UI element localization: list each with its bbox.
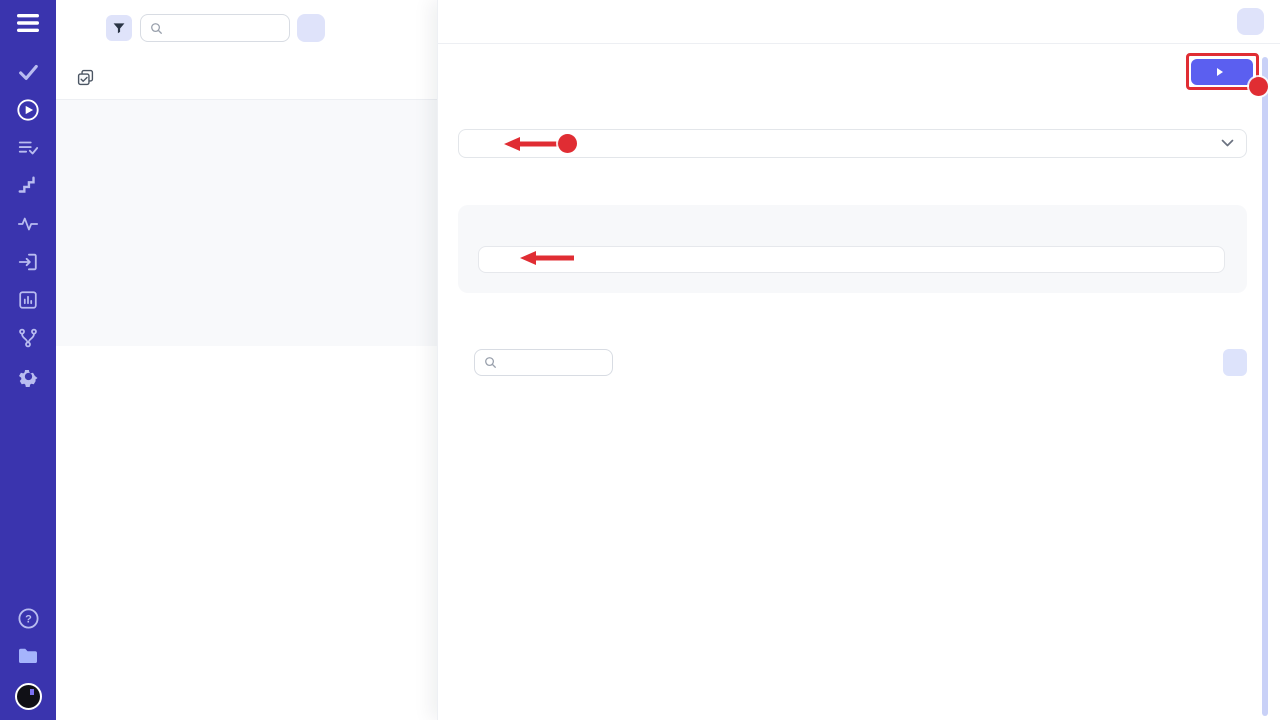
reports-bar-chart-icon[interactable] xyxy=(16,287,40,313)
test-plans-list-check-icon[interactable] xyxy=(16,135,40,161)
search-icon xyxy=(484,356,497,369)
test-plans-search-input[interactable] xyxy=(503,356,603,368)
ref-input[interactable] xyxy=(478,246,1225,273)
runs-search-input[interactable] xyxy=(169,22,280,34)
runs-panel-header xyxy=(56,0,437,56)
runs-panel xyxy=(56,0,437,720)
avatar-t[interactable] xyxy=(15,683,42,710)
chevron-down-icon xyxy=(1221,139,1234,148)
projects-folder-icon[interactable] xyxy=(16,643,40,669)
annotation-badge-9 xyxy=(558,134,577,153)
settings-gear-icon[interactable] xyxy=(16,363,40,389)
left-rail: ? xyxy=(0,0,56,720)
runs-chart-section xyxy=(56,100,437,346)
filter-button[interactable] xyxy=(106,15,132,41)
test-plans-search[interactable] xyxy=(474,349,613,376)
hamburger-menu-icon[interactable] xyxy=(16,13,40,33)
new-test-plan-button[interactable] xyxy=(1223,349,1247,376)
annotation-arrow-profile xyxy=(502,136,560,152)
configuration-box xyxy=(458,205,1247,293)
play-icon xyxy=(1217,68,1223,76)
annotation-arrow-ref xyxy=(518,250,576,266)
tests-check-icon[interactable] xyxy=(16,59,40,85)
search-icon xyxy=(150,22,163,35)
new-automated-run-modal xyxy=(437,0,1280,720)
pulse-activity-icon[interactable] xyxy=(16,211,40,237)
breadcrumb-separator xyxy=(84,20,94,37)
test-plans-header xyxy=(458,348,1247,376)
runs-area-chart xyxy=(56,128,437,346)
annotation-badge-10 xyxy=(1249,77,1268,96)
svg-text:?: ? xyxy=(25,613,32,625)
funnel-icon xyxy=(112,21,126,35)
git-branch-icon[interactable] xyxy=(16,325,40,351)
runs-tab-bar xyxy=(56,56,437,100)
runs-play-circle-icon[interactable] xyxy=(16,97,40,123)
launch-button[interactable] xyxy=(1191,59,1253,85)
import-sign-in-icon[interactable] xyxy=(16,249,40,275)
steps-icon[interactable] xyxy=(16,173,40,199)
modal-header xyxy=(438,0,1280,44)
modal-close-button[interactable] xyxy=(1237,8,1264,35)
runs-search[interactable] xyxy=(140,14,290,42)
help-icon[interactable]: ? xyxy=(16,605,40,631)
breadcrumb[interactable] xyxy=(84,20,94,37)
runs-panel-close-button[interactable] xyxy=(297,14,325,42)
select-all-icon[interactable] xyxy=(76,68,95,87)
modal-scrollbar[interactable] xyxy=(1262,57,1268,716)
